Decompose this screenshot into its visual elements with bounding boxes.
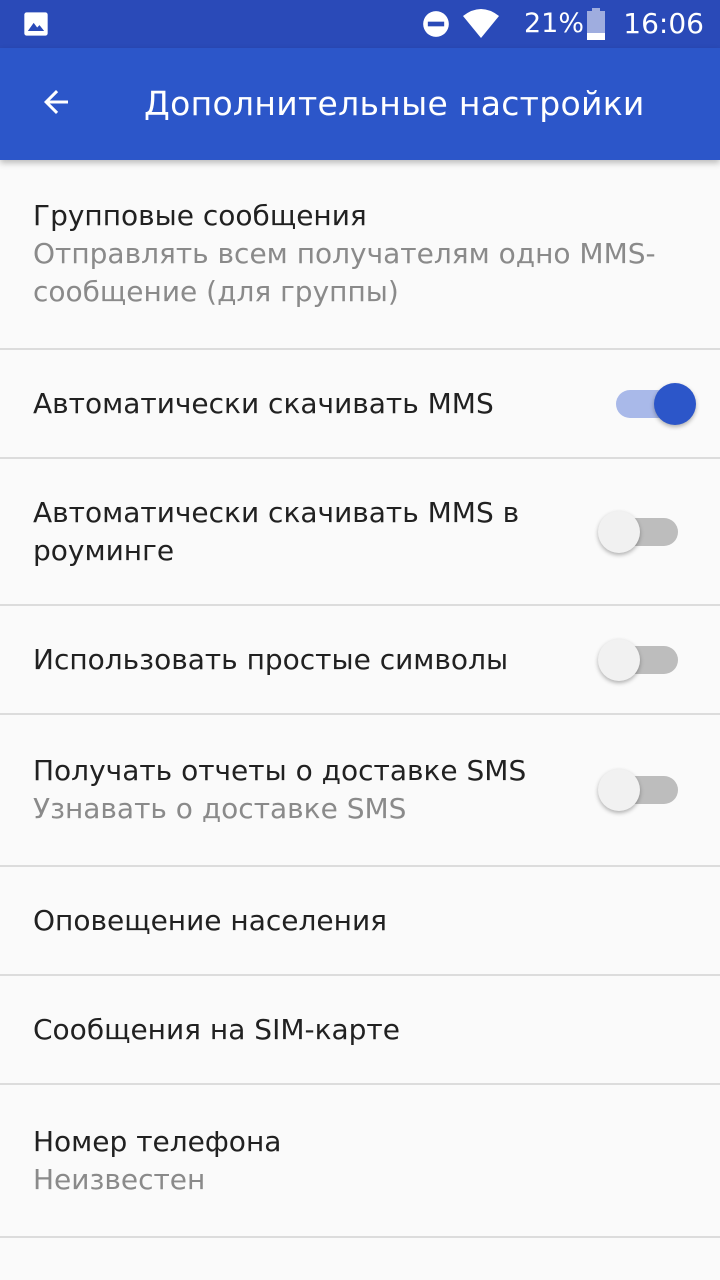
setting-title: Использовать простые символы: [33, 642, 509, 676]
setting-text: Групповые сообщения Отправлять всем полу…: [0, 197, 660, 311]
setting-text: Номер телефона Неизвестен: [0, 1123, 660, 1199]
setting-text: Получать отчеты о доставке SMS Узнавать …: [0, 752, 560, 828]
setting-sim-messages[interactable]: Сообщения на SIM-карте: [0, 976, 720, 1085]
switch-thumb: [598, 510, 640, 553]
status-bar: 21% 16:06: [0, 0, 720, 48]
setting-title: Автоматически скачивать MMS: [33, 386, 494, 420]
battery-icon: [587, 8, 605, 40]
setting-text: Использовать простые символы: [0, 641, 560, 679]
arrow-back-icon: [44, 90, 68, 114]
setting-sms-delivery-reports[interactable]: Получать отчеты о доставке SMS Узнавать …: [0, 715, 720, 867]
auto-download-mms-switch[interactable]: [614, 381, 696, 427]
status-time: 16:06: [623, 7, 704, 40]
gallery-icon: [24, 12, 48, 36]
setting-text: Оповещение населения: [0, 902, 660, 940]
battery-percent: 21%: [524, 8, 585, 39]
switch-thumb: [598, 769, 640, 811]
setting-cell-broadcast[interactable]: Оповещение населения: [0, 867, 720, 976]
back-button[interactable]: [24, 70, 88, 134]
setting-summary: Неизвестен: [33, 1162, 206, 1196]
settings-list: Групповые сообщения Отправлять всем полу…: [0, 160, 720, 1238]
setting-auto-download-mms-roaming[interactable]: Автоматически скачивать MMS в роуминге: [0, 459, 720, 606]
setting-auto-download-mms[interactable]: Автоматически скачивать MMS: [0, 350, 720, 459]
setting-title: Номер телефона: [33, 1124, 282, 1158]
setting-title: Оповещение населения: [33, 903, 387, 937]
setting-title: Групповые сообщения: [33, 199, 367, 232]
auto-download-roaming-switch[interactable]: [598, 509, 680, 555]
simple-characters-switch[interactable]: [598, 637, 680, 683]
wifi-icon: [463, 9, 499, 38]
setting-summary: Узнавать о доставке SMS: [33, 792, 407, 825]
switch-thumb: [598, 638, 640, 681]
setting-phone-number[interactable]: Номер телефона Неизвестен: [0, 1085, 720, 1238]
setting-title: Сообщения на SIM-карте: [33, 1012, 400, 1046]
setting-simple-characters[interactable]: Использовать простые символы: [0, 606, 720, 715]
app-bar: Дополнительные настройки: [0, 48, 720, 160]
setting-text: Автоматически скачивать MMS в роуминге: [0, 494, 560, 570]
page-title: Дополнительные настройки: [144, 84, 645, 123]
setting-title: Получать отчеты о доставке SMS: [33, 754, 527, 787]
setting-text: Сообщения на SIM-карте: [0, 1011, 660, 1049]
setting-group-messages[interactable]: Групповые сообщения Отправлять всем полу…: [0, 160, 720, 350]
setting-summary: Отправлять всем получателям одно MMS-соо…: [33, 237, 656, 308]
setting-title: Автоматически скачивать MMS в роуминге: [33, 495, 520, 567]
do-not-disturb-icon: [423, 11, 449, 37]
setting-text: Автоматически скачивать MMS: [0, 385, 560, 423]
switch-thumb: [654, 382, 696, 425]
sms-delivery-reports-switch[interactable]: [598, 767, 680, 813]
